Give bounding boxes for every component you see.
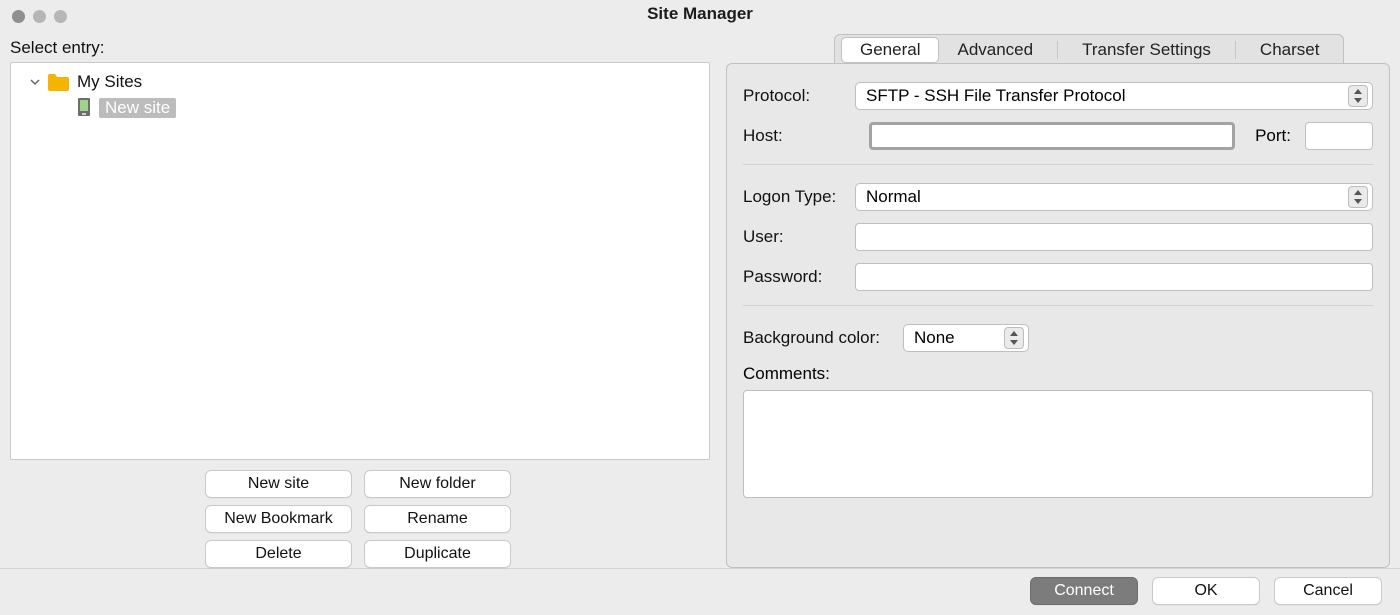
dialog-footer: Connect OK Cancel: [0, 568, 1400, 605]
stepper-icon: [1348, 85, 1368, 107]
background-color-label: Background color:: [743, 328, 903, 348]
password-label: Password:: [743, 267, 855, 287]
traffic-light-minimize[interactable]: [33, 10, 46, 23]
protocol-label: Protocol:: [743, 86, 855, 106]
port-label: Port:: [1255, 126, 1291, 146]
tab-general[interactable]: General: [841, 37, 939, 63]
tab-transfer-settings[interactable]: Transfer Settings: [1064, 38, 1229, 62]
new-site-button[interactable]: New site: [205, 470, 352, 498]
protocol-select[interactable]: SFTP - SSH File Transfer Protocol: [855, 82, 1373, 110]
tab-separator: [1057, 41, 1058, 59]
new-bookmark-button[interactable]: New Bookmark: [205, 505, 352, 533]
protocol-value: SFTP - SSH File Transfer Protocol: [866, 86, 1125, 106]
tab-separator: [1235, 41, 1236, 59]
comments-label: Comments:: [743, 364, 1373, 384]
entry-tree[interactable]: My Sites New site: [10, 62, 710, 460]
logon-type-select[interactable]: Normal: [855, 183, 1373, 211]
stepper-icon: [1348, 186, 1368, 208]
entry-button-grid: New site New folder New Bookmark Rename …: [205, 470, 710, 568]
duplicate-button[interactable]: Duplicate: [364, 540, 511, 568]
traffic-light-close[interactable]: [12, 10, 25, 23]
delete-button[interactable]: Delete: [205, 540, 352, 568]
port-input[interactable]: [1305, 122, 1373, 150]
general-panel: Protocol: SFTP - SSH File Transfer Proto…: [726, 63, 1390, 568]
tree-label-root: My Sites: [77, 72, 142, 92]
logon-type-value: Normal: [866, 187, 921, 207]
server-icon: [77, 97, 93, 119]
background-color-value: None: [914, 328, 955, 348]
traffic-lights: [12, 10, 67, 23]
tree-label-selected[interactable]: New site: [99, 98, 176, 118]
divider: [743, 305, 1373, 306]
traffic-light-zoom[interactable]: [54, 10, 67, 23]
chevron-down-icon[interactable]: [29, 76, 41, 88]
tree-row-root[interactable]: My Sites: [11, 69, 709, 95]
right-pane: General Advanced Transfer Settings Chars…: [726, 28, 1390, 568]
divider: [743, 164, 1373, 165]
tab-bar: General Advanced Transfer Settings Chars…: [834, 34, 1344, 64]
cancel-button[interactable]: Cancel: [1274, 577, 1382, 605]
host-label: Host:: [743, 126, 855, 146]
user-input[interactable]: [855, 223, 1373, 251]
select-entry-label: Select entry:: [10, 38, 710, 58]
titlebar: Site Manager: [0, 0, 1400, 28]
tab-charset[interactable]: Charset: [1242, 38, 1338, 62]
connect-button[interactable]: Connect: [1030, 577, 1138, 605]
password-input[interactable]: [855, 263, 1373, 291]
tree-row-new-site[interactable]: New site: [11, 95, 709, 121]
left-pane: Select entry: My Sites: [10, 28, 710, 568]
window-title: Site Manager: [0, 4, 1400, 24]
host-input[interactable]: [869, 122, 1235, 150]
rename-button[interactable]: Rename: [364, 505, 511, 533]
new-folder-button[interactable]: New folder: [364, 470, 511, 498]
user-label: User:: [743, 227, 855, 247]
ok-button[interactable]: OK: [1152, 577, 1260, 605]
comments-textarea[interactable]: [743, 390, 1373, 498]
logon-type-label: Logon Type:: [743, 187, 855, 207]
tab-advanced[interactable]: Advanced: [939, 38, 1051, 62]
folder-icon: [47, 73, 69, 91]
background-color-select[interactable]: None: [903, 324, 1029, 352]
stepper-icon: [1004, 327, 1024, 349]
